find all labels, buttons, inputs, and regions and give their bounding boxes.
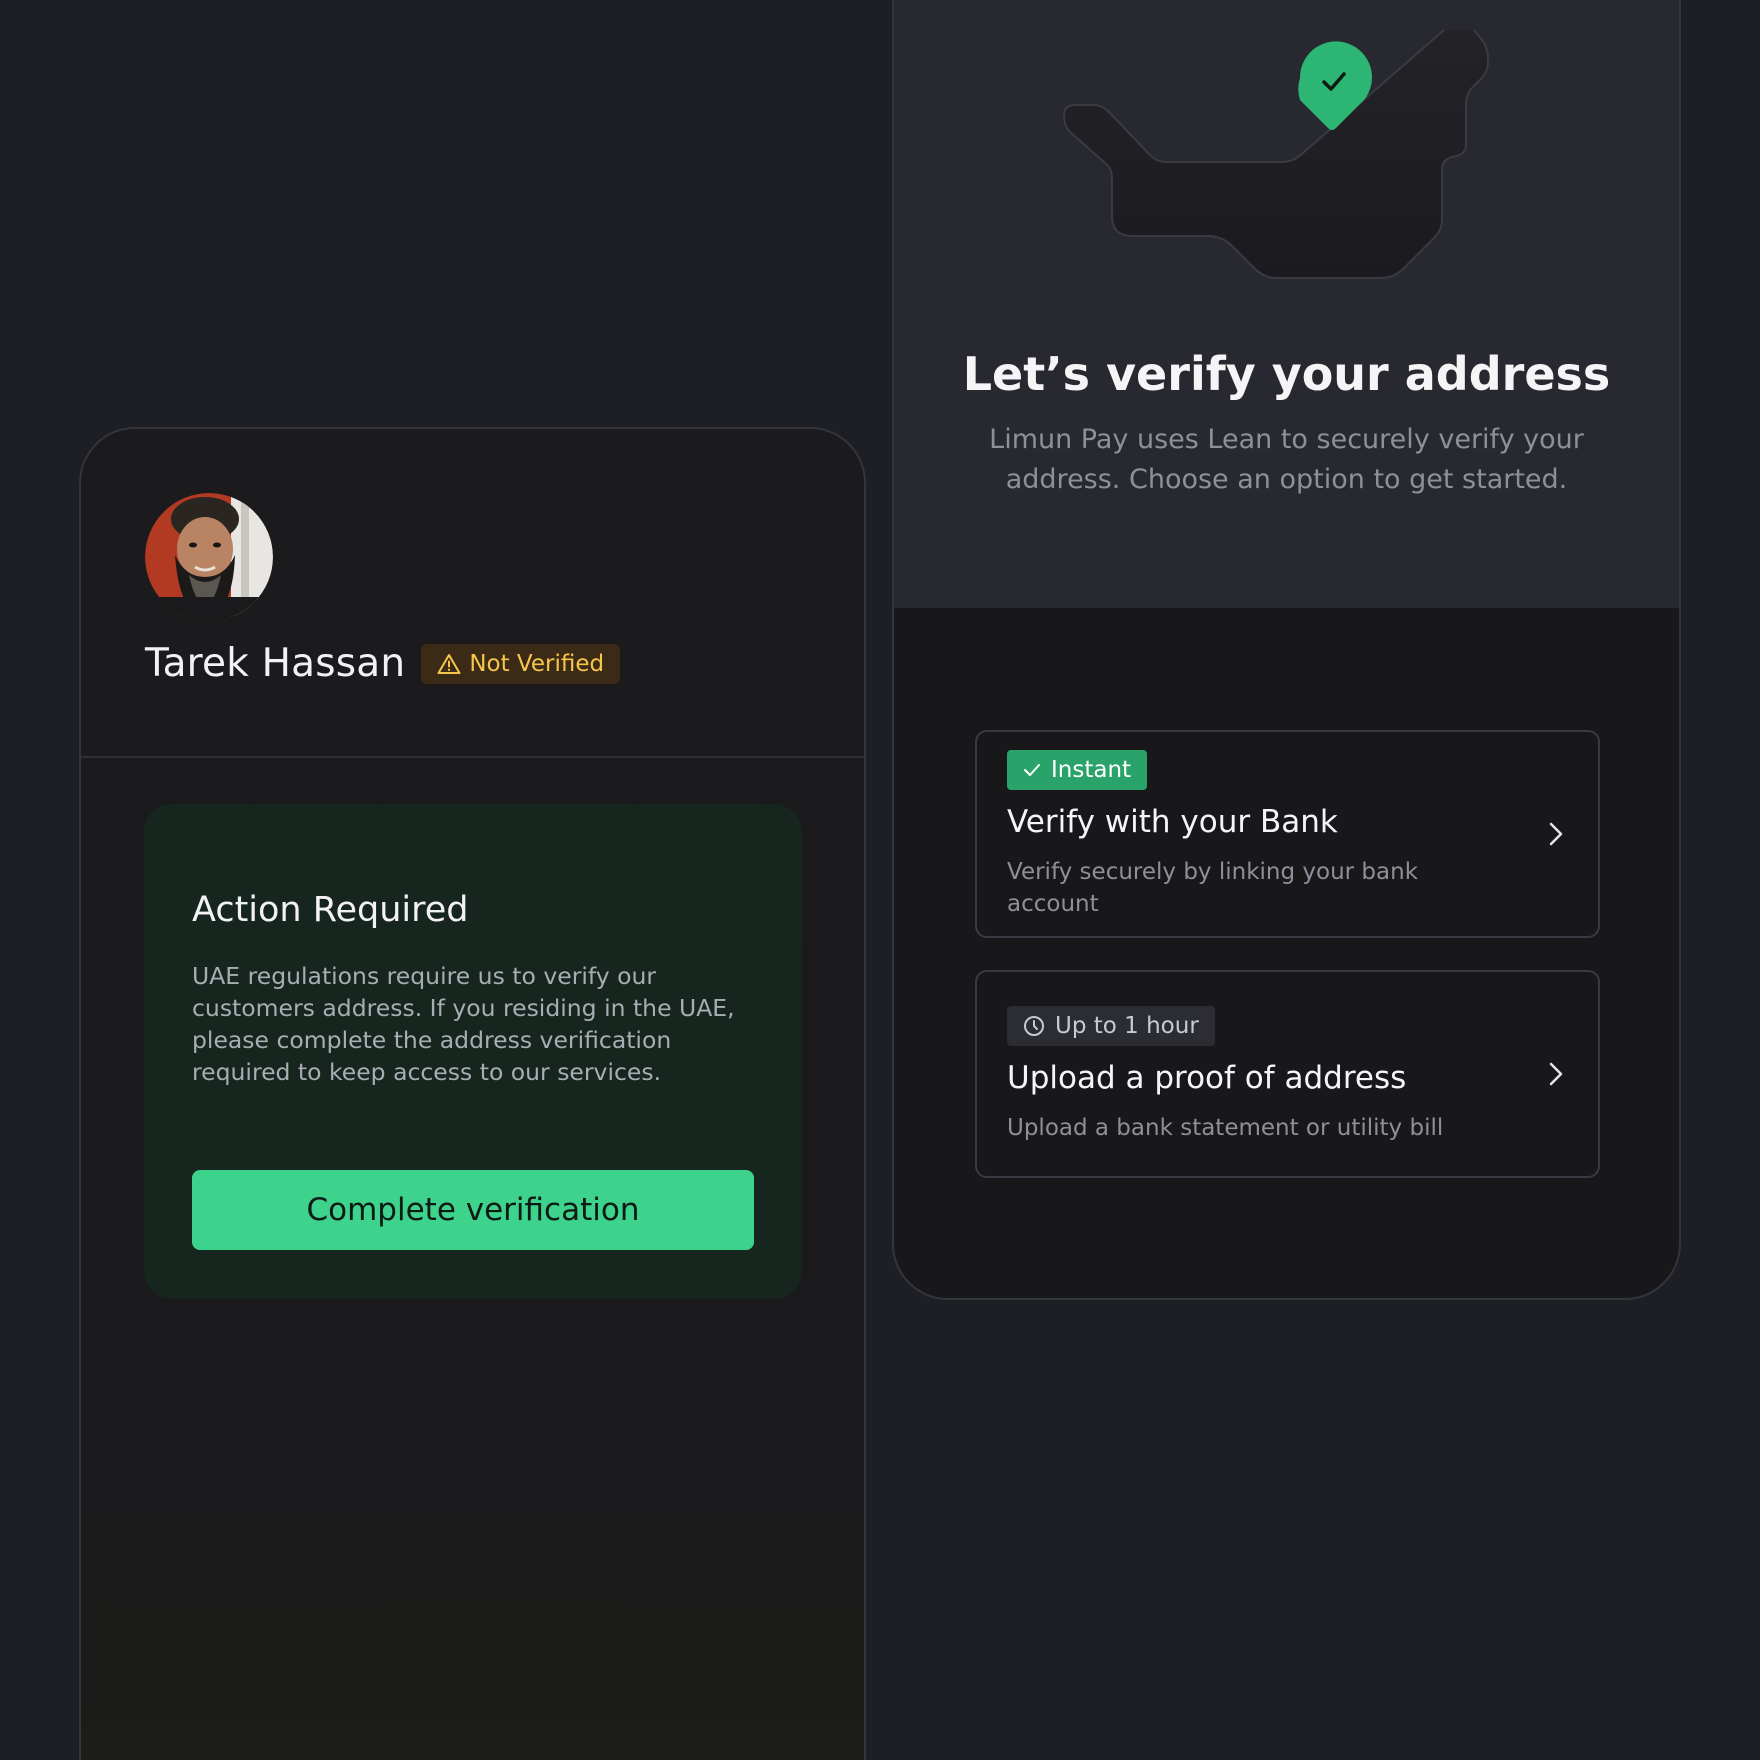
page-subtitle: Limun Pay uses Lean to securely verify y… [989, 424, 1584, 495]
profile-screen: Tarek Hassan Not Verified Action Require… [79, 427, 866, 1760]
page-title: Let’s verify your address [962, 347, 1611, 401]
uae-map-illustration [1062, 30, 1489, 279]
action-body: UAE regulations require us to verify our… [192, 962, 735, 1086]
warning-triangle-icon [437, 653, 461, 674]
verify-address-screen: Let’s verify your address Limun Pay uses… [892, 0, 1681, 1300]
chevron-right-icon [1549, 822, 1563, 846]
clock-icon [1024, 1016, 1044, 1036]
complete-verification-button[interactable]: Complete verification [192, 1170, 754, 1250]
profile-header [145, 493, 273, 621]
option-title: Upload a proof of address [1007, 1060, 1407, 1096]
option-description: Verify securely by linking your bank acc… [1007, 859, 1419, 917]
hero-section: Let’s verify your address Limun Pay uses… [894, 0, 1679, 608]
upload-proof-option[interactable]: Up to 1 hour Upload a proof of address U… [975, 970, 1600, 1178]
option-title: Verify with your Bank [1007, 804, 1338, 840]
option-description: Upload a bank statement or utility bill [1007, 1115, 1444, 1141]
name-row: Tarek Hassan Not Verified [145, 641, 621, 686]
checkmark-icon [1024, 764, 1040, 776]
instant-badge-label: Instant [1051, 757, 1132, 783]
chevron-right-icon [1549, 1062, 1563, 1086]
stage: Tarek Hassan Not Verified Action Require… [0, 0, 1760, 1760]
status-badge-label: Not Verified [469, 650, 605, 677]
action-required-card: Action Required UAE regulations require … [144, 804, 802, 1299]
action-title: Action Required [192, 890, 469, 930]
avatar[interactable] [145, 493, 273, 621]
verify-with-bank-option[interactable]: Instant Verify with your Bank Verify sec… [975, 730, 1600, 938]
user-name: Tarek Hassan [145, 641, 406, 686]
time-badge: Up to 1 hour [1007, 1006, 1215, 1046]
instant-badge: Instant [1007, 750, 1148, 790]
status-badge: Not Verified [421, 643, 621, 684]
time-badge-label: Up to 1 hour [1055, 1013, 1199, 1039]
divider [81, 756, 864, 758]
